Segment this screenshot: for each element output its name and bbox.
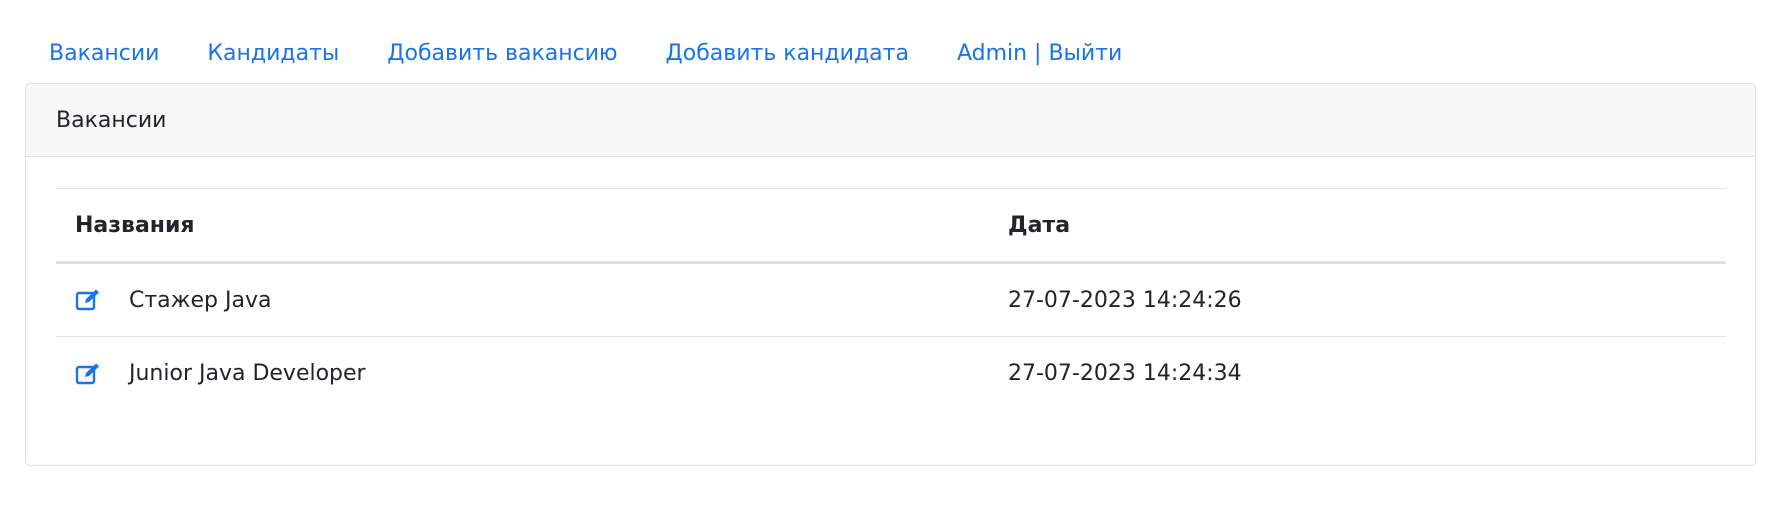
card-title: Вакансии [56, 107, 167, 133]
nav-link-logout[interactable]: Admin | Выйти [933, 36, 1146, 72]
column-header-date: Дата [989, 188, 1726, 264]
vacancy-name: Стажер Java [129, 287, 272, 313]
table-row: Стажер Java 27-07-2023 14:24:26 [56, 262, 1726, 337]
vacancies-table: Названия Дата Стажер Java 27-07-2023 14:… [56, 188, 1726, 411]
column-header-name: Названия [56, 188, 989, 264]
vacancy-date: 27-07-2023 14:24:34 [1008, 361, 1242, 387]
table-header-row: Названия Дата [56, 188, 1726, 264]
vacancies-card: Вакансии Названия Дата Стажер Java 27-07… [25, 83, 1756, 466]
card-header: Вакансии [26, 84, 1755, 157]
edit-icon[interactable] [75, 288, 101, 312]
page: Вакансии Кандидаты Добавить вакансию Доб… [0, 0, 1781, 526]
nav-link-add-vacancy[interactable]: Добавить вакансию [363, 36, 641, 72]
nav-link-add-candidate[interactable]: Добавить кандидата [642, 36, 933, 72]
vacancy-name: Junior Java Developer [129, 361, 366, 387]
table-cell-name: Стажер Java [56, 262, 989, 337]
edit-icon[interactable] [75, 362, 101, 386]
table-cell-name: Junior Java Developer [56, 337, 989, 411]
nav-link-vacancies[interactable]: Вакансии [25, 36, 183, 72]
table-row: Junior Java Developer 27-07-2023 14:24:3… [56, 337, 1726, 411]
top-nav: Вакансии Кандидаты Добавить вакансию Доб… [25, 36, 1146, 72]
nav-link-candidates[interactable]: Кандидаты [183, 36, 363, 72]
vacancy-date: 27-07-2023 14:24:26 [989, 262, 1726, 337]
vacancies-table-container: Названия Дата Стажер Java 27-07-2023 14:… [56, 188, 1726, 411]
